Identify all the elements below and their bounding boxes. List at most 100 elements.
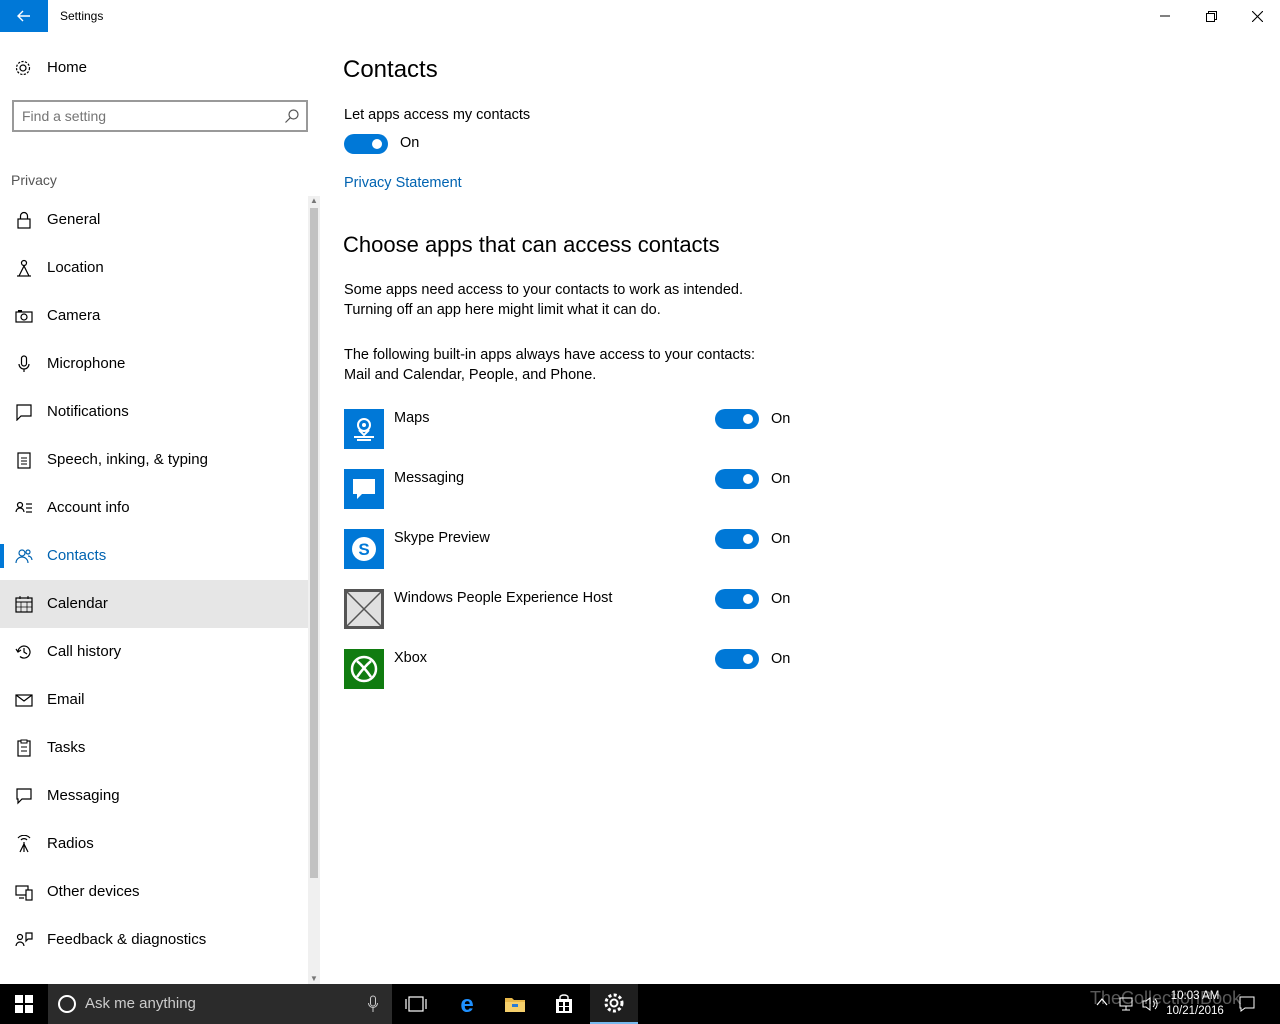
app-toggle-xbox[interactable] [715,649,759,669]
volume-icon[interactable] [1142,996,1160,1012]
sidebar-item-label: Notifications [47,403,129,420]
home-nav-item[interactable]: Home [0,44,308,92]
sidebar-item-notifications[interactable]: Notifications [0,388,308,436]
builtin-line-2: Mail and Calendar, People, and Phone. [344,367,597,383]
app-toggle-state: On [771,471,791,487]
sidebar-item-messaging[interactable]: Messaging [0,772,308,820]
taskbar: Ask me anything e TheCollectionBook 10:0… [0,984,1280,1024]
sidebar-item-location[interactable]: Location [0,244,308,292]
minimize-button[interactable] [1142,0,1188,32]
radios-icon [17,835,31,853]
account-info-icon [15,501,32,513]
restore-button[interactable] [1188,0,1234,32]
app-toggle-state: On [771,651,791,667]
contacts-icon [15,549,33,564]
sidebar-item-calendar[interactable]: Calendar [0,580,308,628]
microphone-icon [18,355,30,372]
cortana-circle-icon [58,995,76,1013]
settings-taskbar-button[interactable] [590,984,638,1024]
store-button[interactable] [540,984,588,1024]
sidebar-item-label: Other devices [47,883,140,900]
master-toggle-label: Let apps access my contacts [344,107,531,123]
sidebar-item-label: Feedback & diagnostics [47,931,207,948]
sidebar-item-tasks[interactable]: Tasks [0,724,308,772]
restore-icon [1205,10,1217,22]
lock-icon [17,211,31,229]
sidebar-item-label: Email [47,691,85,708]
scroll-up-arrow-icon[interactable]: ▲ [310,196,318,206]
app-toggle-maps[interactable] [715,409,759,429]
sidebar-item-label: General [47,211,101,228]
tasks-icon [17,739,31,757]
sidebar-item-general[interactable]: General [0,196,308,244]
sidebar-item-label: Tasks [47,739,86,756]
sidebar-item-camera[interactable]: Camera [0,292,308,340]
app-toggle-state: On [771,591,791,607]
app-toggle-people-host[interactable] [715,589,759,609]
app-name: Maps [394,410,430,426]
maps-icon [344,409,384,449]
system-clock[interactable]: 10:03 AM 10/21/2016 [1164,989,1226,1019]
cortana-search-box[interactable]: Ask me anything [48,984,392,1024]
description-line-1: Some apps need access to your contacts t… [344,282,743,298]
sidebar-item-radios[interactable]: Radios [0,820,308,868]
sidebar-item-label: Account info [47,499,130,516]
clock-time: 10:03 AM [1170,990,1220,1002]
sidebar-item-call-history[interactable]: Call history [0,628,308,676]
start-button[interactable] [0,984,48,1024]
edge-icon: e [460,993,473,1015]
sidebar-item-email[interactable]: Email [0,676,308,724]
email-icon [15,694,33,707]
settings-search-input[interactable] [22,107,272,125]
sidebar-item-label: Call history [47,643,122,660]
windows-logo-icon [15,995,33,1013]
app-toggle-state: On [771,411,791,427]
privacy-statement-link[interactable]: Privacy Statement [344,175,462,191]
file-explorer-button[interactable] [491,984,539,1024]
action-center-icon[interactable] [1239,996,1255,1012]
scroll-down-arrow-icon[interactable]: ▼ [310,974,318,984]
network-icon[interactable] [1118,996,1134,1012]
sidebar-item-label: Speech, inking, & typing [47,451,208,468]
svg-text:e: e [460,993,473,1015]
title-bar: Settings [0,0,1280,32]
sidebar-scrollbar[interactable]: ▲ ▼ [308,196,320,984]
cortana-placeholder: Ask me anything [85,995,196,1012]
notifications-icon [16,404,32,421]
scroll-thumb[interactable] [310,208,318,878]
sidebar-item-speech[interactable]: Speech, inking, & typing [0,436,308,484]
microphone-icon[interactable] [368,995,378,1013]
sidebar-item-microphone[interactable]: Microphone [0,340,308,388]
sidebar-item-label: Camera [47,307,101,324]
sidebar-item-contacts[interactable]: Contacts [0,532,308,580]
app-toggle-skype[interactable] [715,529,759,549]
edge-taskbar-button[interactable]: e [443,984,491,1024]
calendar-icon [15,596,33,613]
app-toggle-messaging[interactable] [715,469,759,489]
sidebar-item-label: Messaging [47,787,120,804]
sidebar-item-label: Radios [47,835,94,852]
minimize-icon [1160,15,1170,17]
task-view-button[interactable] [392,984,440,1024]
chevron-up-icon[interactable] [1096,998,1108,1006]
sidebar-item-account-info[interactable]: Account info [0,484,308,532]
app-toggle-state: On [771,531,791,547]
app-name: Windows People Experience Host [394,590,613,606]
close-button[interactable] [1234,0,1280,32]
close-icon [1251,10,1263,22]
window-title: Settings [60,9,104,23]
sidebar-item-label: Calendar [47,595,108,612]
search-icon[interactable] [284,108,300,124]
sidebar-item-label: Location [47,259,104,276]
skype-icon: S [344,529,384,569]
history-icon [15,645,31,659]
settings-search-box[interactable] [12,100,308,132]
contacts-access-toggle[interactable] [344,134,388,154]
sidebar-item-other-devices[interactable]: Other devices [0,868,308,916]
folder-icon [505,998,525,1012]
back-button[interactable] [0,0,48,32]
back-arrow-icon [17,10,30,22]
home-label: Home [47,59,88,76]
svg-text:S: S [358,540,369,559]
sidebar-item-feedback[interactable]: Feedback & diagnostics [0,916,308,964]
